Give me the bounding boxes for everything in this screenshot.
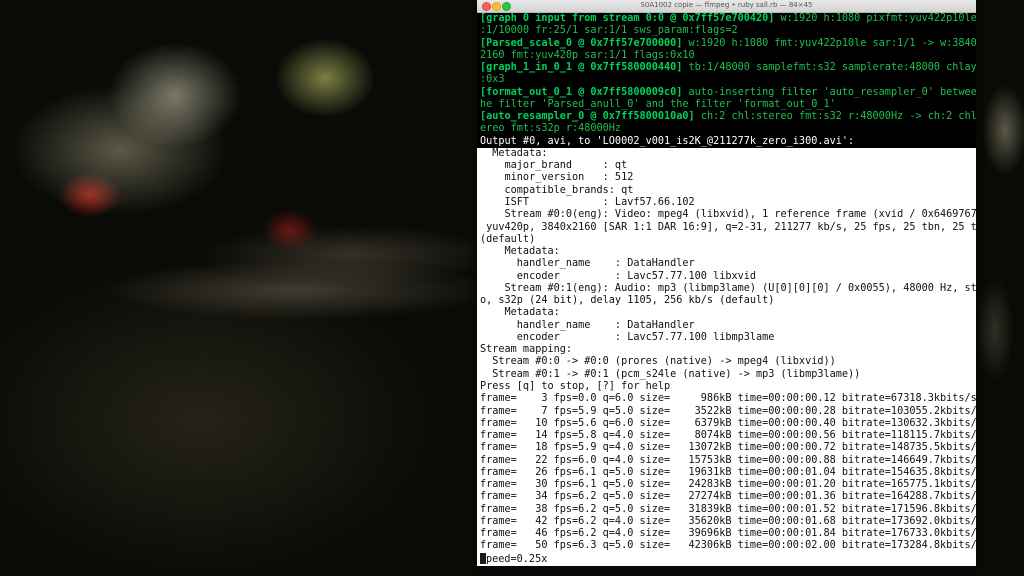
encoding-log-block: Metadata: major_brand : qt minor_version… [477,148,976,553]
terminal-line: ereo fmt:s32p r:48000Hz [477,123,976,136]
terminal-line: Stream #0:1 -> #0:1 (pcm_s24le (native) … [480,368,861,380]
window-title: S0A1002 copie — ffmpeg • ruby sall.rb — … [640,1,813,9]
log-source-tag: [graph_1_in_0_1 @ 0x7ff580000440] [480,62,683,74]
terminal-line: handler_name : DataHandler [480,319,695,331]
log-message: :0x3 [480,74,505,86]
filter-log-block: [graph 0 input from stream 0:0 @ 0x7ff57… [477,13,976,148]
terminal-line: Stream #0:0(eng): Video: mpeg4 (libxvid)… [480,209,976,221]
terminal-line: frame= 14 fps=5.8 q=4.0 size= 8074kB tim… [480,430,976,442]
log-message: tb:1/48000 samplefmt:s32 samplerate:4800… [682,62,976,74]
terminal-line: yuv420p, 3840x2160 [SAR 1:1 DAR 16:9], q… [480,221,976,233]
terminal-line: frame= 22 fps=6.0 q=4.0 size= 15753kB ti… [480,454,976,466]
title-bar[interactable]: S0A1002 copie — ffmpeg • ruby sall.rb — … [477,0,976,13]
terminal-line: ISFT : Lavf57.66.102 [480,196,695,208]
terminal-line: (default) [480,233,536,245]
terminal-line: frame= 7 fps=5.9 q=5.0 size= 3522kB time… [480,405,976,417]
terminal-line: Metadata: [480,147,548,159]
terminal-line: Metadata: [480,246,560,258]
terminal-output[interactable]: [graph 0 input from stream 0:0 @ 0x7ff57… [477,13,976,566]
terminal-line: [format_out_0_1 @ 0x7ff5800009c0] auto-i… [477,86,976,99]
terminal-line: [auto_resampler_0 @ 0x7ff5800010a0] ch:2… [477,111,976,124]
terminal-line: :0x3 [477,74,976,87]
terminal-line: he filter 'Parsed_anull_0' and the filte… [477,98,976,112]
terminal-line: frame= 50 fps=6.3 q=5.0 size= 42306kB ti… [480,540,976,552]
terminal-line: frame= 46 fps=6.2 q=4.0 size= 39696kB ti… [480,528,976,540]
terminal-line: handler_name : DataHandler [480,258,695,270]
terminal-line: Metadata: [480,307,560,319]
terminal-line: frame= 30 fps=6.1 q=5.0 size= 24283kB ti… [480,479,976,491]
terminal-line: [graph 0 input from stream 0:0 @ 0x7ff57… [477,13,976,26]
terminal-prompt-line[interactable]: peed=0.25x [477,552,976,565]
terminal-line: o, s32p (24 bit), delay 1105, 256 kb/s (… [480,295,775,307]
terminal-window[interactable]: S0A1002 copie — ffmpeg • ruby sall.rb — … [477,0,976,566]
log-source-tag: [format_out_0_1 @ 0x7ff5800009c0] [480,86,683,98]
terminal-line: encoder : Lavc57.77.100 libmp3lame [480,331,775,343]
terminal-line: :1/10000 fr:25/1 sar:1/1 sws_param:flags… [477,25,976,38]
terminal-line: encoder : Lavc57.77.100 libxvid [480,270,757,282]
log-source-tag: [graph 0 input from stream 0:0 @ 0x7ff57… [480,13,775,24]
terminal-line: [Parsed_scale_0 @ 0x7ff57e700000] w:1920… [477,37,976,50]
terminal-line: Output #0, avi, to 'LO0002_v001_is2K_@21… [477,135,976,148]
log-message: w:1920 h:1080 fmt:yuv422p10le sar:1/1 ->… [682,37,976,49]
output-header: Output #0, avi, to 'LO0002_v001_is2K_@21… [480,135,855,147]
terminal-line: frame= 18 fps=5.9 q=4.0 size= 13072kB ti… [480,442,976,454]
terminal-line: minor_version : 512 [480,172,634,184]
terminal-line: major_brand : qt [480,160,628,172]
terminal-line: frame= 26 fps=6.1 q=5.0 size= 19631kB ti… [480,466,976,478]
log-source-tag: [auto_resampler_0 @ 0x7ff5800010a0] [480,111,695,123]
log-source-tag: [Parsed_scale_0 @ 0x7ff57e700000] [480,37,683,49]
cursor-line-text: peed=0.25x [486,553,548,565]
terminal-line: frame= 34 fps=6.2 q=5.0 size= 27274kB ti… [480,491,976,503]
log-message: he filter 'Parsed_anull_0' and the filte… [480,98,836,110]
terminal-line: Stream mapping: [480,344,573,356]
terminal-line: [graph_1_in_0_1 @ 0x7ff580000440] tb:1/4… [477,62,976,75]
log-message: ereo fmt:s32p r:48000Hz [480,123,622,135]
terminal-line: frame= 10 fps=5.6 q=6.0 size= 6379kB tim… [480,417,976,429]
log-message: w:1920 h:1080 pixfmt:yuv422p10le tb [774,13,976,24]
terminal-line: frame= 42 fps=6.2 q=4.0 size= 35620kB ti… [480,515,976,527]
log-message: ch:2 chl:stereo fmt:s32 r:48000Hz -> ch:… [694,111,976,123]
terminal-line: frame= 38 fps=6.2 q=5.0 size= 31839kB ti… [480,503,976,515]
terminal-line: frame= 3 fps=0.0 q=6.0 size= 986kB time=… [480,393,976,405]
terminal-line: Stream #0:1(eng): Audio: mp3 (libmp3lame… [480,282,976,294]
terminal-line: compatible_brands: qt [480,184,634,196]
log-message: auto-inserting filter 'auto_resampler_0'… [682,86,976,98]
terminal-line: 2160 fmt:yuv420p sar:1/1 flags:0x10 [477,49,976,63]
terminal-line: Stream #0:0 -> #0:0 (prores (native) -> … [480,356,836,368]
log-message: 2160 fmt:yuv420p sar:1/1 flags:0x10 [480,49,695,61]
log-message: :1/10000 fr:25/1 sar:1/1 sws_param:flags… [480,25,738,37]
terminal-line: Press [q] to stop, [?] for help [480,380,671,392]
